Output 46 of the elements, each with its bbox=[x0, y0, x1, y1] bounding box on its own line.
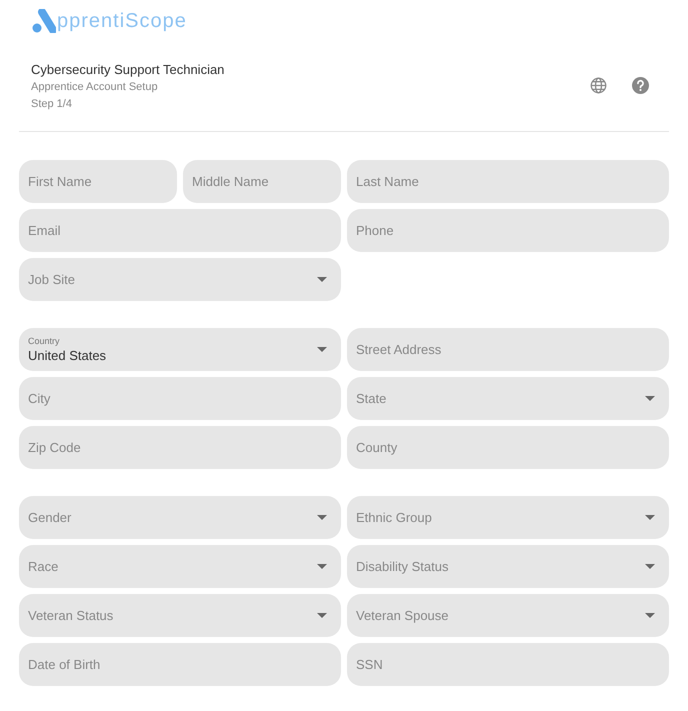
select-field[interactable]: Gender bbox=[19, 496, 341, 539]
select-field[interactable]: State bbox=[347, 377, 669, 420]
input-field[interactable]: Email bbox=[19, 209, 341, 252]
input-field[interactable]: Street Address bbox=[347, 328, 669, 371]
input-field[interactable]: Zip Code bbox=[19, 426, 341, 469]
placeholder-text: Race bbox=[28, 558, 58, 576]
input-field[interactable]: City bbox=[19, 377, 341, 420]
caret-icon bbox=[317, 515, 327, 520]
input-field[interactable]: Last Name bbox=[347, 160, 669, 203]
caret-icon bbox=[645, 515, 655, 520]
field-label: Country bbox=[28, 335, 61, 347]
input-field[interactable]: Phone bbox=[347, 209, 669, 252]
help-icon[interactable] bbox=[632, 77, 649, 94]
input-field[interactable]: SSN bbox=[347, 643, 669, 686]
globe-icon[interactable] bbox=[590, 77, 607, 94]
caret-icon bbox=[317, 347, 327, 352]
input-field[interactable]: County bbox=[347, 426, 669, 469]
field-value: United States bbox=[28, 347, 106, 364]
input-field[interactable]: Date of Birth bbox=[19, 643, 341, 686]
caret-icon bbox=[645, 613, 655, 618]
logo-icon bbox=[32, 9, 56, 33]
caret-icon bbox=[317, 613, 327, 618]
input-field[interactable]: First Name bbox=[19, 160, 177, 203]
placeholder-text: Job Site bbox=[28, 270, 75, 289]
select-field[interactable]: Veteran Status bbox=[19, 594, 341, 637]
caret-icon bbox=[645, 564, 655, 569]
step-indicator: Step 1/4 bbox=[31, 96, 73, 112]
caret-icon bbox=[317, 564, 327, 569]
select-field[interactable]: Country United States bbox=[19, 328, 341, 371]
select-field[interactable]: Veteran Spouse bbox=[347, 594, 669, 637]
placeholder-text: Gender bbox=[28, 508, 72, 527]
placeholder-text: State bbox=[356, 390, 386, 408]
placeholder-text: Veteran Spouse bbox=[356, 606, 449, 625]
select-field[interactable]: Ethnic Group bbox=[347, 496, 669, 539]
select-field[interactable]: Disability Status bbox=[347, 545, 669, 588]
job-title: Cybersecurity Support Technician bbox=[31, 60, 224, 78]
placeholder-text: Disability Status bbox=[356, 558, 448, 576]
placeholder-text: Veteran Status bbox=[28, 606, 114, 625]
subtitle: Apprentice Account Setup bbox=[31, 80, 159, 94]
select-field[interactable]: Job Site bbox=[19, 258, 341, 301]
input-field[interactable]: Middle Name bbox=[183, 160, 341, 203]
placeholder-text: Ethnic Group bbox=[356, 508, 432, 527]
select-field[interactable]: Race bbox=[19, 545, 341, 588]
logo-text: pprentiScope bbox=[57, 9, 187, 34]
caret-icon bbox=[317, 277, 327, 282]
caret-icon bbox=[645, 396, 655, 401]
